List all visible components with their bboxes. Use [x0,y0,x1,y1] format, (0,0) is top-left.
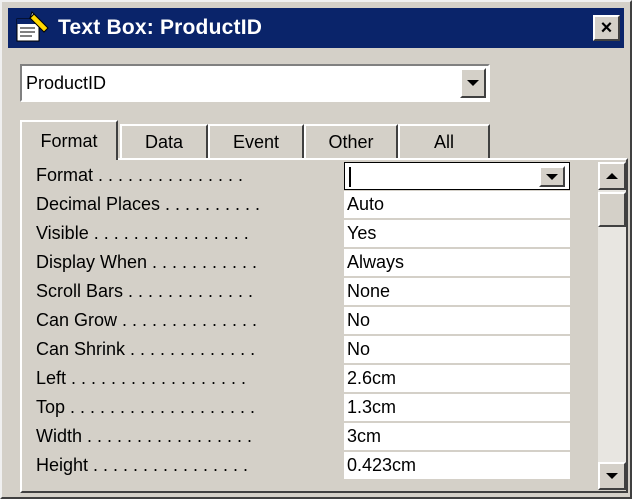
property-label: Height . . . . . . . . . . . . . . . . [36,455,249,475]
tab-event-label: Event [232,131,280,152]
properties-window: Text Box: ProductID × ProductID Format D… [0,0,632,499]
property-row-can-shrink[interactable]: Can Shrink . . . . . . . . . . . . . No [32,336,580,365]
text-caret [349,167,351,187]
property-label: Left . . . . . . . . . . . . . . . . . . [36,368,247,388]
property-label: Decimal Places . . . . . . . . . . [36,194,261,214]
property-row-height[interactable]: Height . . . . . . . . . . . . . . . . 0… [32,452,580,481]
property-label: Display When . . . . . . . . . . . [36,252,258,272]
tab-other-label: Other [328,131,374,152]
scroll-down-button[interactable] [598,462,626,490]
format-dropdown-button[interactable] [539,166,565,187]
property-row-can-grow[interactable]: Can Grow . . . . . . . . . . . . . . No [32,307,580,336]
arrow-up-icon [606,173,618,179]
property-label: Visible . . . . . . . . . . . . . . . . [36,223,249,243]
property-value-display-when[interactable]: Always [344,249,570,277]
property-label: Can Grow . . . . . . . . . . . . . . [36,310,258,330]
chevron-down-icon [546,173,558,180]
property-value-scroll-bars[interactable]: None [344,278,570,306]
tab-strip: Format Data Event Other All [20,120,620,160]
property-value-can-grow[interactable]: No [344,307,570,335]
property-row-top[interactable]: Top . . . . . . . . . . . . . . . . . . … [32,394,580,423]
title-bar[interactable]: Text Box: ProductID × [8,8,624,48]
tab-format-label: Format [40,130,98,151]
vertical-scrollbar[interactable] [598,162,626,490]
property-label: Top . . . . . . . . . . . . . . . . . . … [36,397,256,417]
tab-other[interactable]: Other [304,124,398,158]
chevron-down-icon [467,80,479,86]
arrow-down-icon [606,473,618,479]
property-row-scroll-bars[interactable]: Scroll Bars . . . . . . . . . . . . . No… [32,278,580,307]
property-row-decimal-places[interactable]: Decimal Places . . . . . . . . . . Auto [32,191,580,220]
property-value-width[interactable]: 3cm [344,423,570,451]
property-row-left[interactable]: Left . . . . . . . . . . . . . . . . . .… [32,365,580,394]
tab-all-label: All [433,131,454,152]
property-label: Scroll Bars . . . . . . . . . . . . . [36,281,254,301]
window-title: Text Box: ProductID [58,16,263,39]
properties-icon [14,10,50,46]
object-selector[interactable]: ProductID [20,64,490,102]
property-label: Format . . . . . . . . . . . . . . . [36,165,244,185]
tab-data-label: Data [144,131,184,152]
properties-panel: Format . . . . . . . . . . . . . . . Dec… [20,158,628,493]
property-row-display-when[interactable]: Display When . . . . . . . . . . . Alway… [32,249,580,278]
property-label: Can Shrink . . . . . . . . . . . . . [36,339,256,359]
close-button[interactable]: × [593,15,620,41]
property-value-left[interactable]: 2.6cm [344,365,570,393]
property-value-format[interactable] [344,162,570,190]
tab-event[interactable]: Event [208,124,304,158]
object-selector-dropdown-button[interactable] [460,68,486,98]
tab-data[interactable]: Data [120,124,208,158]
property-list: Format . . . . . . . . . . . . . . . Dec… [32,162,580,481]
tab-all[interactable]: All [398,124,490,158]
scroll-up-button[interactable] [598,162,626,190]
property-row-visible[interactable]: Visible . . . . . . . . . . . . . . . . … [32,220,580,249]
property-row-width[interactable]: Width . . . . . . . . . . . . . . . . . … [32,423,580,452]
close-icon: × [600,17,613,39]
property-value-top[interactable]: 1.3cm [344,394,570,422]
property-row-format[interactable]: Format . . . . . . . . . . . . . . . [32,162,580,191]
object-selector-value: ProductID [26,73,107,93]
property-label: Width . . . . . . . . . . . . . . . . . [36,426,253,446]
property-value-decimal-places[interactable]: Auto [344,191,570,219]
scroll-thumb[interactable] [598,192,626,227]
property-value-height[interactable]: 0.423cm [344,452,570,480]
property-value-visible[interactable]: Yes [344,220,570,248]
tab-format[interactable]: Format [20,120,118,160]
property-value-can-shrink[interactable]: No [344,336,570,364]
